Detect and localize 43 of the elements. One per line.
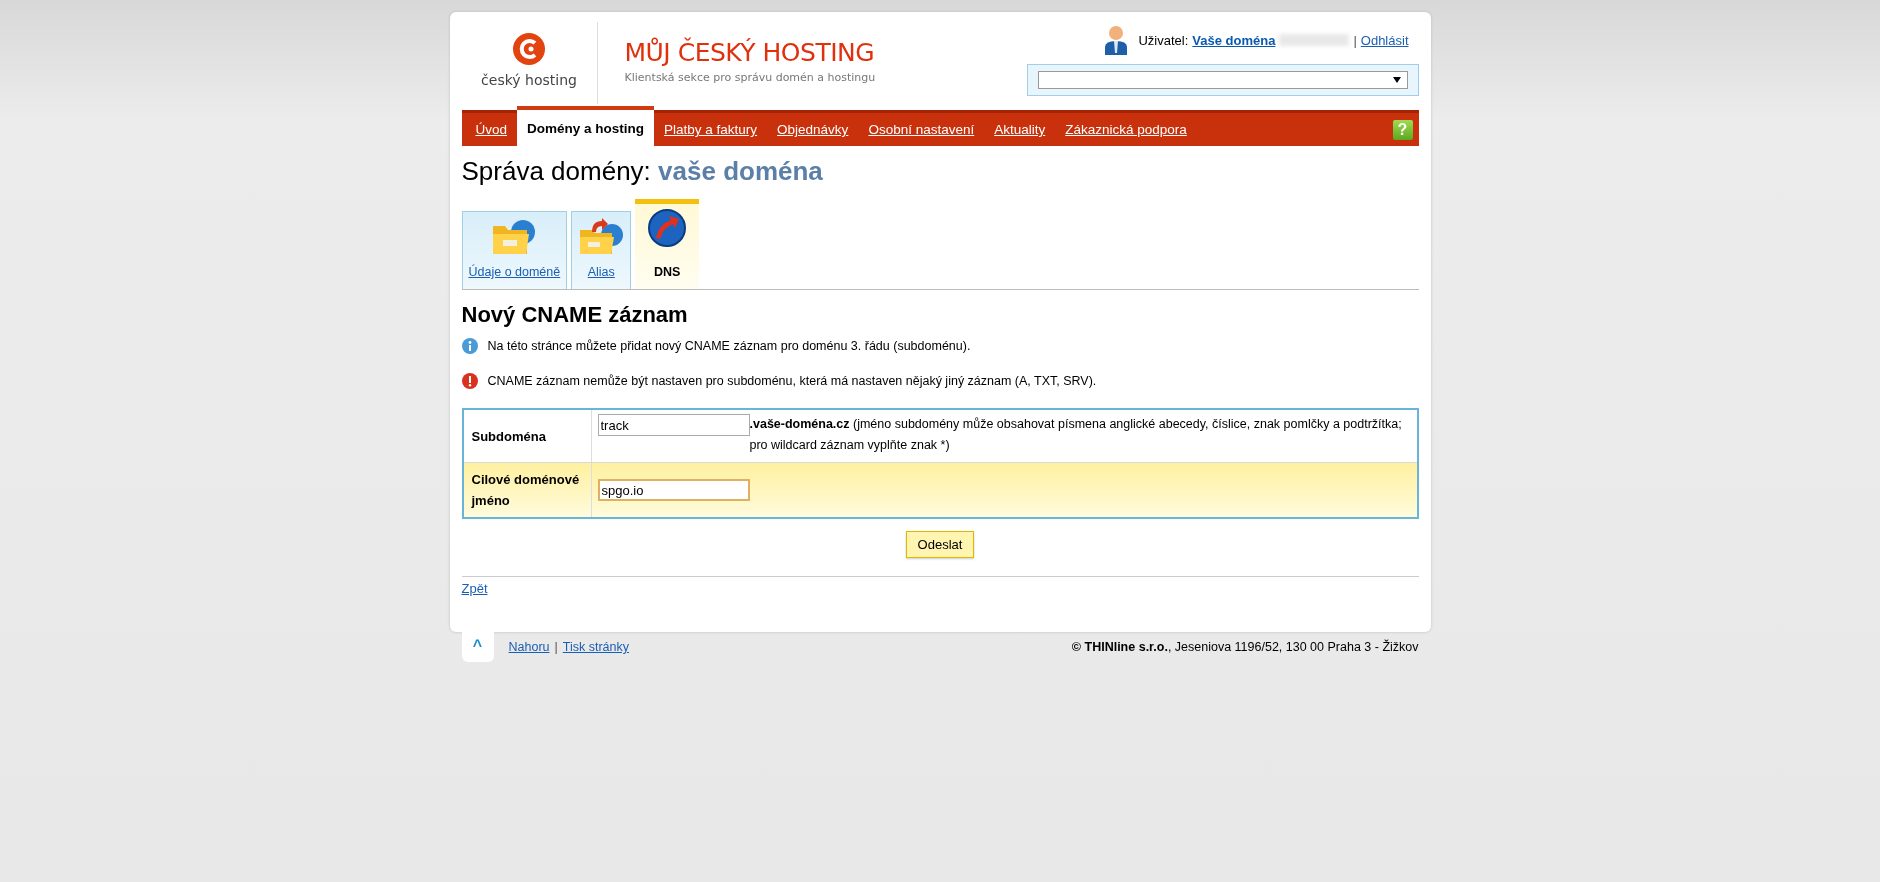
footer-link[interactable]: Tisk stránky xyxy=(562,640,629,654)
copyright-text: © THINline s.r.o., Jeseniova 1196/52, 130 00 Praha 3 - Žižkov xyxy=(1071,640,1419,654)
menu-item[interactable]: Platby a faktury xyxy=(654,113,768,146)
separator-text: | xyxy=(554,640,558,654)
logout-link[interactable]: Odhlásit xyxy=(1360,32,1409,48)
tab[interactable]: DNS xyxy=(635,199,700,289)
menu-item[interactable]: Aktuality xyxy=(984,113,1056,146)
footer-link[interactable]: Nahoru xyxy=(508,640,550,654)
warning-icon xyxy=(461,373,478,389)
dropdown-icon xyxy=(1392,77,1401,83)
domain-name: vaše doména xyxy=(658,156,823,186)
separator-text: | xyxy=(1353,32,1357,48)
field-label: Subdoména xyxy=(471,427,546,446)
menu-item[interactable]: Domény a hosting xyxy=(517,106,655,146)
field-hint: .vaše-doména.cz (jméno subdomény může obsahovat písmena anglické abecedy, číslice, znak pomlčky a podtržítka; pro wildcard záznam vyplňte znak *) xyxy=(749,416,1403,454)
input-field[interactable]: spgo.io xyxy=(597,479,750,501)
user-label: Uživatel: xyxy=(1138,32,1189,48)
logo-text: český hosting xyxy=(481,72,577,88)
field-label: Cilové doménové jméno xyxy=(471,471,581,510)
brand-title: MŮJ ČESKÝ HOSTING xyxy=(624,38,876,67)
tab[interactable]: Údaje o doméně xyxy=(461,211,568,289)
scroll-up-button[interactable]: ^ xyxy=(461,630,494,662)
user-name-link[interactable]: Vaše doména xyxy=(1192,32,1276,48)
tab[interactable]: Alias xyxy=(571,211,632,289)
brand-subtitle: Klientská sekce pro správu domén a hostingu xyxy=(624,71,876,84)
info-icon xyxy=(461,338,478,354)
domain-select[interactable] xyxy=(1037,71,1408,89)
menu-item[interactable]: Úvod xyxy=(465,113,517,146)
menu-item[interactable]: Zákaznická podpora xyxy=(1055,113,1197,146)
logo-icon xyxy=(512,32,546,66)
message-text: CNAME záznam nemůže být nastaven pro subdoménu, která má nastaven nějaký jiný záznam (A, TXT, SRV). xyxy=(487,374,1097,388)
folder-globe-icon xyxy=(491,218,538,256)
submit-button[interactable]: Odeslat xyxy=(905,531,975,558)
section-heading: Nový CNAME záznam xyxy=(461,302,689,328)
folder-arrow-icon xyxy=(578,218,625,256)
input-field[interactable]: track xyxy=(597,414,750,436)
back-link[interactable]: Zpět xyxy=(461,581,488,596)
menu-item[interactable]: Osobní nastavení xyxy=(858,113,985,146)
page-title: Správa domény: xyxy=(461,156,651,186)
message-text: Na této stránce můžete přidat nový CNAME záznam pro doménu 3. řádu (subdoménu). xyxy=(487,339,971,353)
globe-arrow-icon xyxy=(647,208,688,248)
menu-item[interactable]: Objednávky xyxy=(767,113,859,146)
user-icon xyxy=(1104,25,1129,55)
